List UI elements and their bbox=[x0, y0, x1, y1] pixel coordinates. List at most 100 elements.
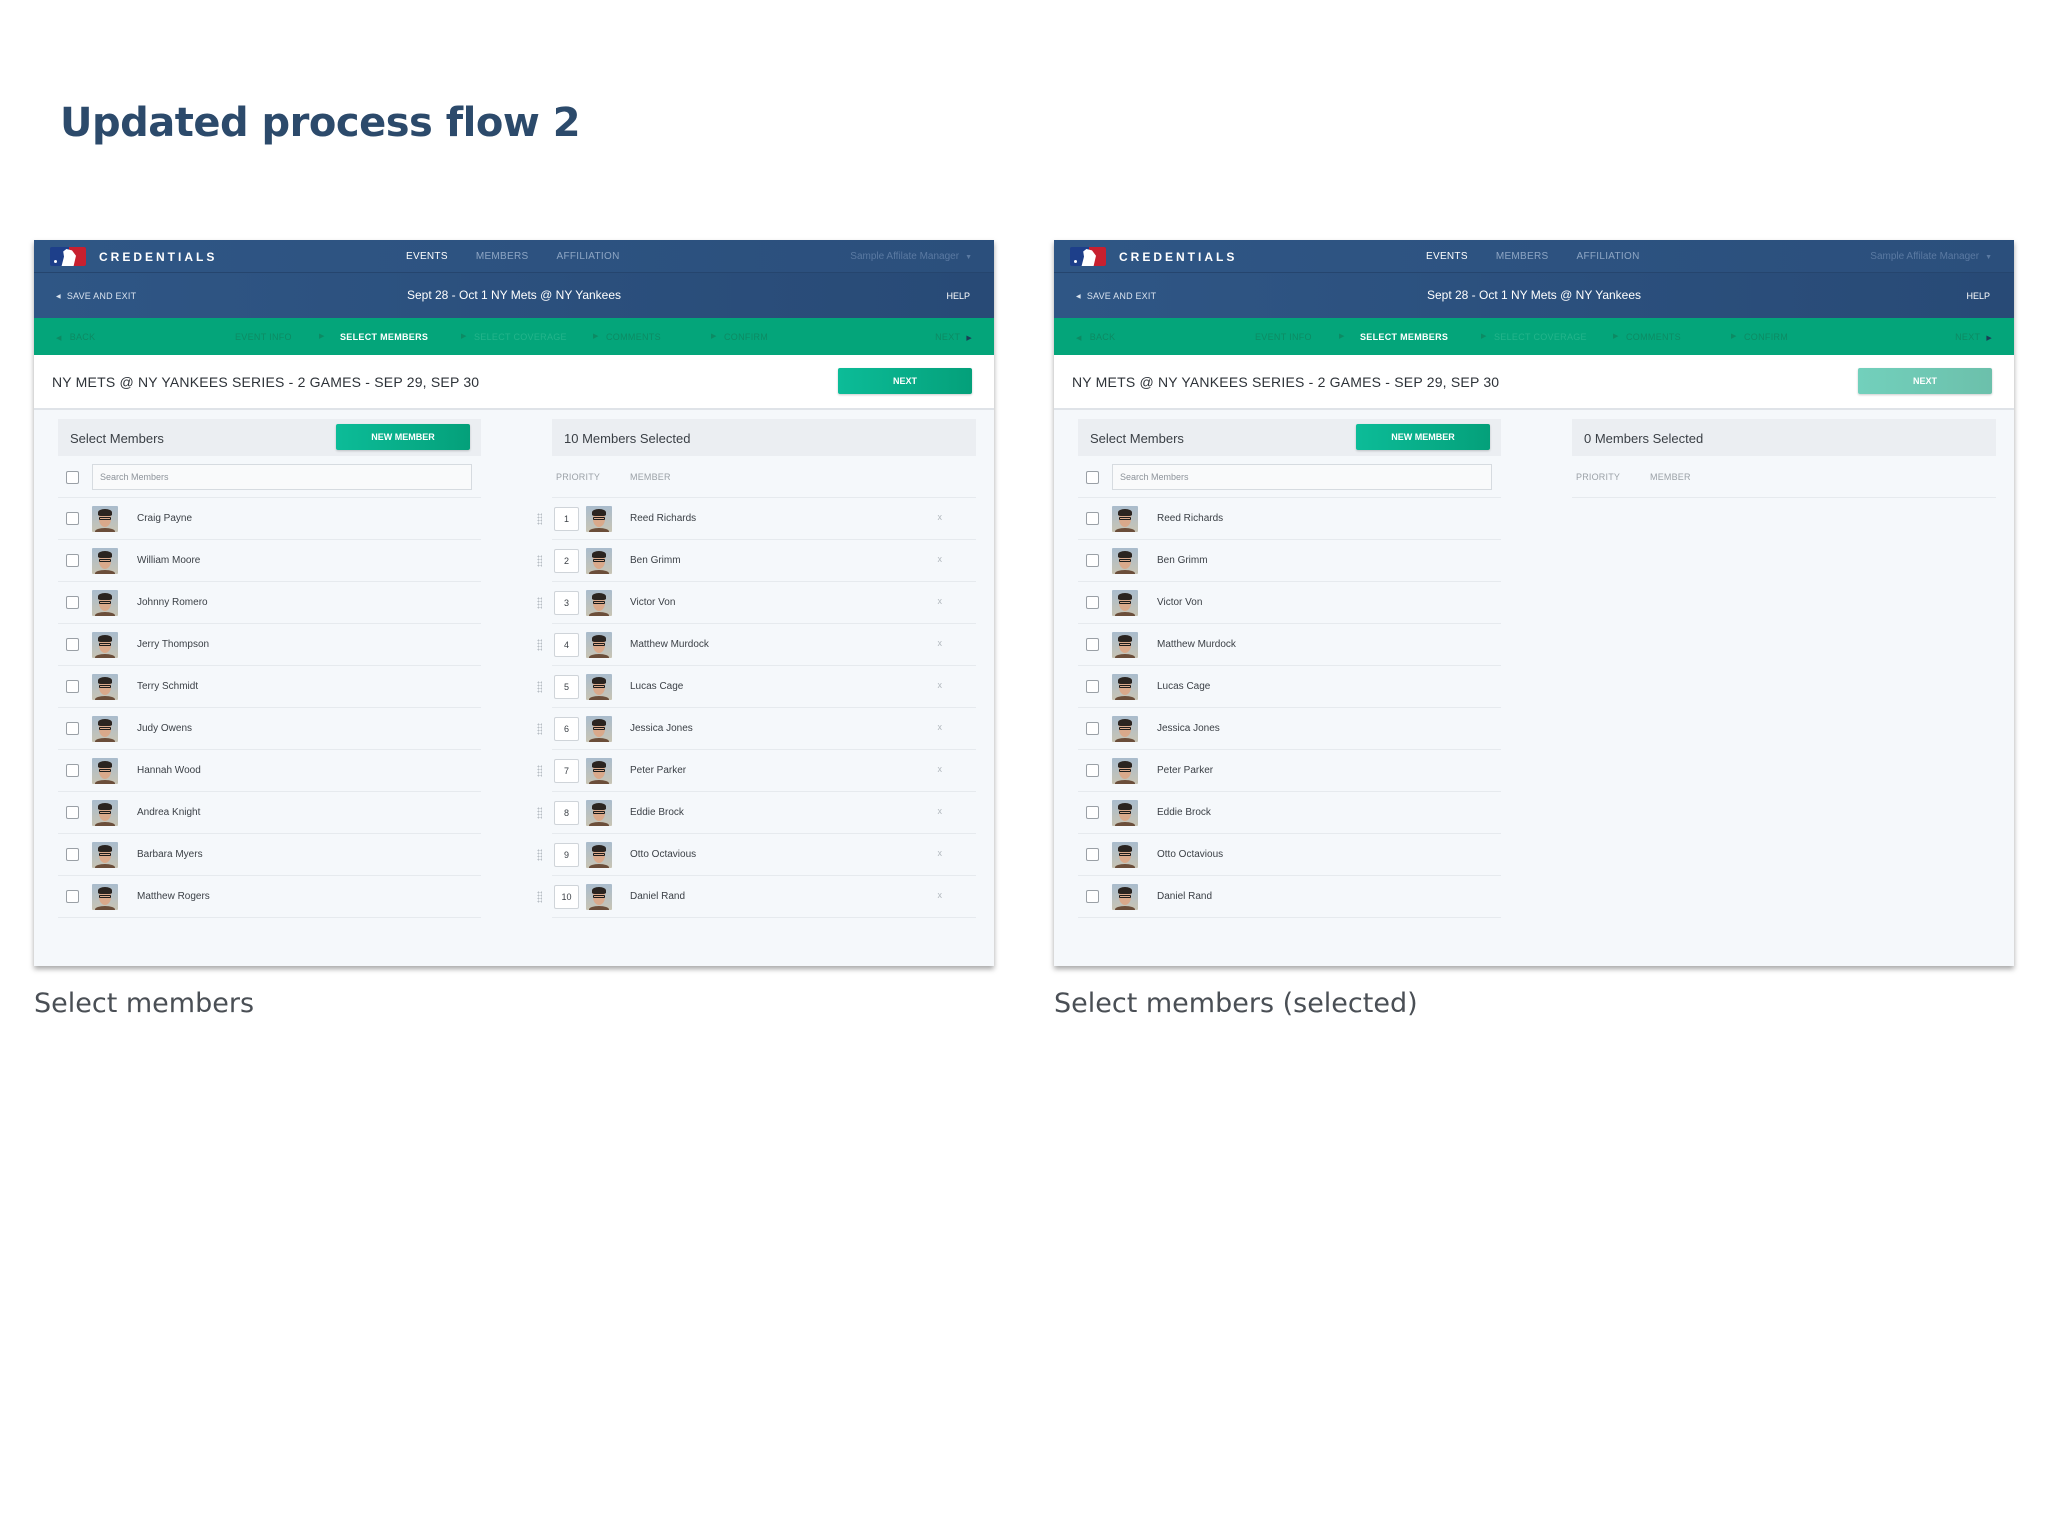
drag-handle-icon[interactable] bbox=[537, 555, 542, 567]
drag-handle-icon[interactable] bbox=[537, 807, 542, 819]
drag-handle-icon[interactable] bbox=[537, 513, 542, 525]
nav-link-members[interactable]: MEMBERS bbox=[476, 251, 529, 262]
nav-link-affiliation[interactable]: AFFILIATION bbox=[1576, 251, 1639, 262]
member-row[interactable]: Jerry Thompson bbox=[58, 624, 481, 666]
member-checkbox[interactable] bbox=[1086, 722, 1099, 735]
step-select-coverage[interactable]: SELECT COVERAGE bbox=[474, 332, 567, 342]
priority-box[interactable]: 5 bbox=[554, 675, 579, 699]
step-confirm[interactable]: CONFIRM bbox=[724, 332, 768, 342]
member-row[interactable]: Victor Von bbox=[1078, 582, 1501, 624]
member-checkbox[interactable] bbox=[1086, 890, 1099, 903]
member-row[interactable]: Lucas Cage bbox=[1078, 666, 1501, 708]
remove-member-icon[interactable]: x bbox=[938, 890, 943, 900]
member-row[interactable]: Hannah Wood bbox=[58, 750, 481, 792]
member-row[interactable]: Barbara Myers bbox=[58, 834, 481, 876]
next-step-button[interactable]: NEXT ▶ bbox=[1955, 332, 1992, 342]
step-select-members[interactable]: SELECT MEMBERS bbox=[1360, 332, 1448, 342]
priority-box[interactable]: 10 bbox=[554, 885, 579, 909]
nav-link-events[interactable]: EVENTS bbox=[406, 251, 448, 262]
drag-handle-icon[interactable] bbox=[537, 681, 542, 693]
member-row[interactable]: Matthew Murdock bbox=[1078, 624, 1501, 666]
priority-box[interactable]: 2 bbox=[554, 549, 579, 573]
member-checkbox[interactable] bbox=[66, 764, 79, 777]
remove-member-icon[interactable]: x bbox=[938, 638, 943, 648]
member-checkbox[interactable] bbox=[1086, 554, 1099, 567]
selected-member-row[interactable]: 10 Daniel Rand x bbox=[537, 876, 976, 918]
step-event-info[interactable]: EVENT INFO bbox=[235, 332, 292, 342]
priority-box[interactable]: 4 bbox=[554, 633, 579, 657]
member-row[interactable]: Peter Parker bbox=[1078, 750, 1501, 792]
nav-link-affiliation[interactable]: AFFILIATION bbox=[556, 251, 619, 262]
member-checkbox[interactable] bbox=[66, 638, 79, 651]
new-member-button[interactable]: NEW MEMBER bbox=[336, 424, 470, 450]
user-menu[interactable]: Sample Affilate Manager ▼ bbox=[850, 251, 972, 262]
search-members-input[interactable] bbox=[92, 464, 472, 490]
step-select-members[interactable]: SELECT MEMBERS bbox=[340, 332, 428, 342]
drag-handle-icon[interactable] bbox=[537, 597, 542, 609]
member-checkbox[interactable] bbox=[1086, 596, 1099, 609]
remove-member-icon[interactable]: x bbox=[938, 806, 943, 816]
step-confirm[interactable]: CONFIRM bbox=[1744, 332, 1788, 342]
member-row[interactable]: Craig Payne bbox=[58, 498, 481, 540]
priority-box[interactable]: 1 bbox=[554, 507, 579, 531]
member-checkbox[interactable] bbox=[66, 596, 79, 609]
drag-handle-icon[interactable] bbox=[537, 723, 542, 735]
priority-box[interactable]: 7 bbox=[554, 759, 579, 783]
selected-member-row[interactable]: 2 Ben Grimm x bbox=[537, 540, 976, 582]
member-checkbox[interactable] bbox=[1086, 848, 1099, 861]
next-button[interactable]: NEXT bbox=[838, 368, 972, 394]
selected-member-row[interactable]: 1 Reed Richards x bbox=[537, 498, 976, 540]
search-members-input[interactable] bbox=[1112, 464, 1492, 490]
nav-link-events[interactable]: EVENTS bbox=[1426, 251, 1468, 262]
member-checkbox[interactable] bbox=[66, 554, 79, 567]
priority-box[interactable]: 8 bbox=[554, 801, 579, 825]
member-row[interactable]: Reed Richards bbox=[1078, 498, 1501, 540]
mlb-logo-icon[interactable] bbox=[1070, 247, 1106, 266]
selected-member-row[interactable]: 7 Peter Parker x bbox=[537, 750, 976, 792]
selected-member-row[interactable]: 3 Victor Von x bbox=[537, 582, 976, 624]
next-button[interactable]: NEXT bbox=[1858, 368, 1992, 394]
member-checkbox[interactable] bbox=[66, 722, 79, 735]
step-comments[interactable]: COMMENTS bbox=[1626, 332, 1681, 342]
member-row[interactable]: Terry Schmidt bbox=[58, 666, 481, 708]
selected-member-row[interactable]: 6 Jessica Jones x bbox=[537, 708, 976, 750]
remove-member-icon[interactable]: x bbox=[938, 764, 943, 774]
drag-handle-icon[interactable] bbox=[537, 849, 542, 861]
member-row[interactable]: William Moore bbox=[58, 540, 481, 582]
member-checkbox[interactable] bbox=[1086, 638, 1099, 651]
help-link[interactable]: HELP bbox=[1966, 291, 1990, 301]
member-checkbox[interactable] bbox=[66, 680, 79, 693]
member-row[interactable]: Ben Grimm bbox=[1078, 540, 1501, 582]
remove-member-icon[interactable]: x bbox=[938, 554, 943, 564]
back-step-button[interactable]: ◀ BACK bbox=[56, 332, 95, 342]
member-row[interactable]: Andrea Knight bbox=[58, 792, 481, 834]
select-all-checkbox[interactable] bbox=[1086, 471, 1099, 484]
user-menu[interactable]: Sample Affilate Manager ▼ bbox=[1870, 251, 1992, 262]
step-comments[interactable]: COMMENTS bbox=[606, 332, 661, 342]
priority-box[interactable]: 3 bbox=[554, 591, 579, 615]
new-member-button[interactable]: NEW MEMBER bbox=[1356, 424, 1490, 450]
remove-member-icon[interactable]: x bbox=[938, 596, 943, 606]
selected-member-row[interactable]: 8 Eddie Brock x bbox=[537, 792, 976, 834]
remove-member-icon[interactable]: x bbox=[938, 680, 943, 690]
next-step-button[interactable]: NEXT ▶ bbox=[935, 332, 972, 342]
member-row[interactable]: Jessica Jones bbox=[1078, 708, 1501, 750]
member-row[interactable]: Daniel Rand bbox=[1078, 876, 1501, 918]
remove-member-icon[interactable]: x bbox=[938, 722, 943, 732]
member-checkbox[interactable] bbox=[1086, 764, 1099, 777]
selected-member-row[interactable]: 4 Matthew Murdock x bbox=[537, 624, 976, 666]
step-select-coverage[interactable]: SELECT COVERAGE bbox=[1494, 332, 1587, 342]
nav-link-members[interactable]: MEMBERS bbox=[1496, 251, 1549, 262]
member-checkbox[interactable] bbox=[66, 890, 79, 903]
member-checkbox[interactable] bbox=[1086, 806, 1099, 819]
priority-box[interactable]: 6 bbox=[554, 717, 579, 741]
member-checkbox[interactable] bbox=[66, 806, 79, 819]
member-row[interactable]: Eddie Brock bbox=[1078, 792, 1501, 834]
drag-handle-icon[interactable] bbox=[537, 891, 542, 903]
drag-handle-icon[interactable] bbox=[537, 639, 542, 651]
priority-box[interactable]: 9 bbox=[554, 843, 579, 867]
selected-member-row[interactable]: 9 Otto Octavious x bbox=[537, 834, 976, 876]
member-row[interactable]: Judy Owens bbox=[58, 708, 481, 750]
select-all-checkbox[interactable] bbox=[66, 471, 79, 484]
member-checkbox[interactable] bbox=[1086, 680, 1099, 693]
